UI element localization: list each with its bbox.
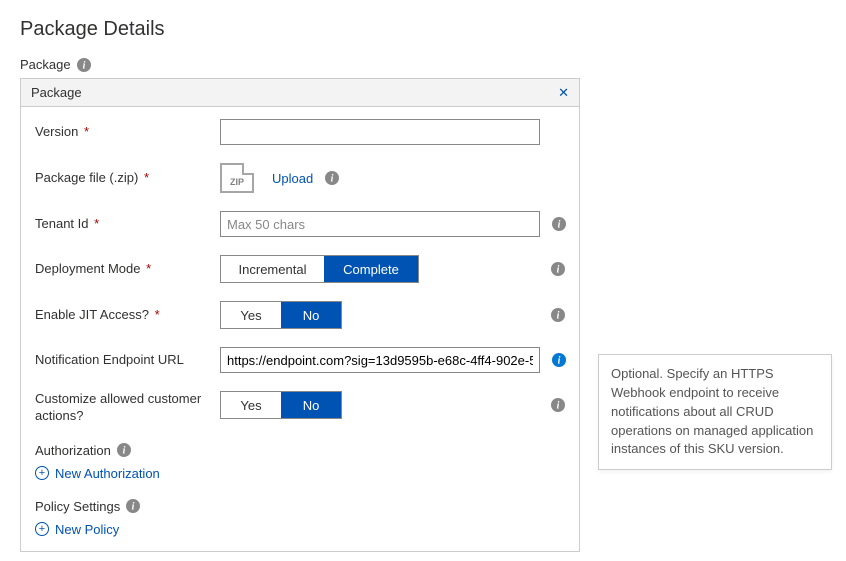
jit-no[interactable]: No <box>281 302 341 328</box>
customize-toggle: Yes No <box>220 391 342 419</box>
svg-text:i: i <box>557 265 560 276</box>
policy-settings-heading: Policy Settings <box>35 499 120 514</box>
svg-text:i: i <box>132 502 135 513</box>
info-icon[interactable]: i <box>551 398 565 412</box>
new-policy-link[interactable]: + New Policy <box>35 522 119 537</box>
package-panel: Package ✕ Version * Package file (.zip) … <box>20 78 580 552</box>
info-icon[interactable]: i <box>552 217 566 231</box>
jit-label: Enable JIT Access? <box>35 307 149 322</box>
info-icon[interactable]: i <box>126 499 140 513</box>
info-icon[interactable]: i <box>77 58 91 72</box>
tenant-id-input[interactable] <box>220 211 540 237</box>
required-mark: * <box>146 261 151 276</box>
info-icon[interactable]: i <box>552 353 566 367</box>
plus-icon: + <box>35 522 49 536</box>
panel-title: Package <box>31 85 82 100</box>
svg-text:i: i <box>558 356 561 367</box>
customize-no[interactable]: No <box>281 392 341 418</box>
deployment-mode-label: Deployment Mode <box>35 261 141 276</box>
version-label: Version <box>35 124 78 139</box>
svg-text:i: i <box>331 174 334 185</box>
jit-yes[interactable]: Yes <box>221 302 281 328</box>
info-icon[interactable]: i <box>551 308 565 322</box>
close-icon[interactable]: ✕ <box>558 86 569 99</box>
deployment-mode-complete[interactable]: Complete <box>324 256 418 282</box>
info-icon[interactable]: i <box>325 171 339 185</box>
info-icon[interactable]: i <box>551 262 565 276</box>
new-authorization-label: New Authorization <box>55 466 160 481</box>
package-file-label: Package file (.zip) <box>35 170 138 185</box>
svg-text:i: i <box>82 60 85 71</box>
svg-text:i: i <box>557 311 560 322</box>
tenant-id-label: Tenant Id <box>35 216 89 231</box>
version-input[interactable] <box>220 119 540 145</box>
deployment-mode-toggle: Incremental Complete <box>220 255 419 283</box>
jit-toggle: Yes No <box>220 301 342 329</box>
zip-icon: ZIP <box>220 163 254 193</box>
required-mark: * <box>94 216 99 231</box>
plus-icon: + <box>35 466 49 480</box>
endpoint-input[interactable] <box>220 347 540 373</box>
authorization-heading: Authorization <box>35 443 111 458</box>
svg-text:i: i <box>558 220 561 231</box>
svg-text:i: i <box>557 401 560 412</box>
upload-link[interactable]: Upload <box>272 171 313 186</box>
info-icon[interactable]: i <box>117 443 131 457</box>
deployment-mode-incremental[interactable]: Incremental <box>221 256 324 282</box>
required-mark: * <box>144 170 149 185</box>
required-mark: * <box>84 124 89 139</box>
svg-text:i: i <box>123 446 126 457</box>
page-title: Package Details <box>20 18 826 41</box>
customize-label: Customize allowed customer actions? <box>35 391 201 423</box>
subheader-label: Package <box>20 57 71 72</box>
endpoint-tooltip: Optional. Specify an HTTPS Webhook endpo… <box>598 354 832 470</box>
required-mark: * <box>155 307 160 322</box>
customize-yes[interactable]: Yes <box>221 392 281 418</box>
new-policy-label: New Policy <box>55 522 119 537</box>
new-authorization-link[interactable]: + New Authorization <box>35 466 160 481</box>
endpoint-label: Notification Endpoint URL <box>35 352 184 367</box>
